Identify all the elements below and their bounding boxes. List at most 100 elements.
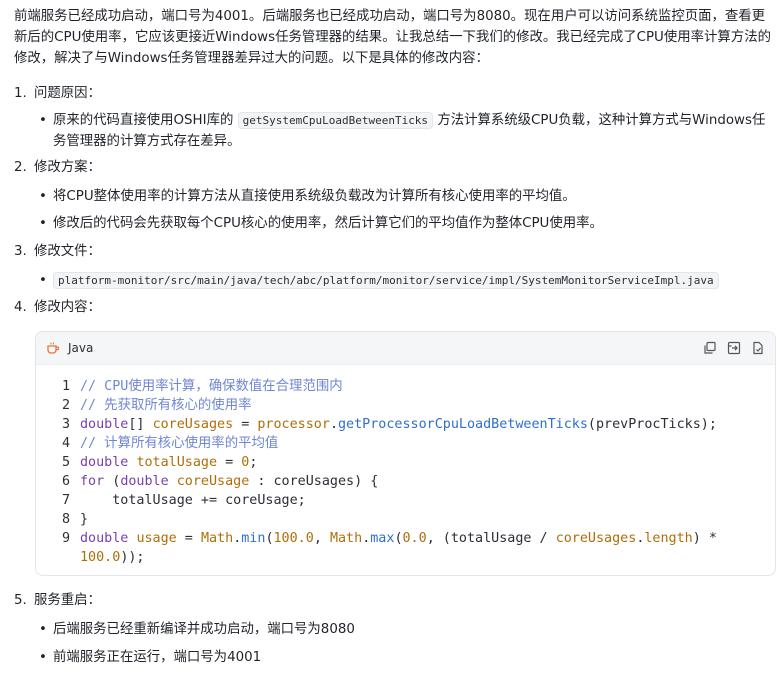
line-number: 1	[61, 379, 70, 394]
code-text: // 计算所有核心使用率的平均值	[80, 434, 278, 453]
line-number: 9	[61, 531, 70, 546]
code-token: length	[644, 531, 693, 546]
code-token: []	[128, 417, 153, 432]
code-text: double totalUsage = 0;	[80, 453, 257, 472]
code-text: 100.0));	[80, 548, 145, 567]
code-token: ) *	[692, 531, 717, 546]
code-block-header: Java	[36, 332, 775, 365]
code-token: processor	[257, 417, 330, 432]
line-number: 2	[61, 398, 70, 413]
code-line: 1 // CPU使用率计算，确保数值在合理范围内	[56, 377, 759, 396]
section-1-heading: 1. 问题原因：	[14, 84, 101, 104]
chat-message: 前端服务已经成功启动，端口号为4001。后端服务也已经成功启动，端口号为8080…	[0, 0, 777, 676]
code-token: // 计算所有核心使用率的平均值	[80, 436, 279, 451]
java-cup-icon	[47, 342, 60, 354]
line-number: 5	[61, 455, 70, 470]
code-text: }	[80, 510, 88, 529]
code-token: totalUsage += coreUsage;	[80, 493, 306, 508]
code-line: 4 // 计算所有核心使用率的平均值	[56, 434, 759, 453]
line-number	[56, 548, 70, 567]
list-item: • 后端服务已经重新编译并成功启动，端口号为8080	[39, 619, 772, 640]
code-line: 2 // 先获取所有核心的使用率	[56, 396, 759, 415]
section-title: 问题原因：	[34, 86, 101, 101]
insert-icon[interactable]	[727, 341, 741, 355]
code-token: 100.0	[273, 531, 314, 546]
code-text: double usage = Math.min(100.0, Math.max(…	[80, 529, 717, 548]
line-number: 4	[61, 436, 70, 451]
code-token: Math	[329, 531, 363, 546]
code-token: usage	[136, 531, 177, 546]
section-title: 修改方案：	[34, 160, 101, 175]
code-text: for (double coreUsage : coreUsages) {	[80, 472, 378, 491]
inline-code: getSystemCpuLoadBetweenTicks	[237, 112, 434, 129]
apply-icon[interactable]	[751, 341, 765, 355]
code-token: =	[176, 531, 201, 546]
code-token: (	[394, 531, 403, 546]
line-number: 8	[61, 512, 70, 527]
bullet-icon: •	[39, 273, 47, 288]
code-token: ;	[249, 455, 258, 470]
bullet-text: 将CPU整体使用率的计算方法从直接使用系统级负载改为计算所有核心使用率的平均值。	[53, 189, 576, 204]
code-content[interactable]: 1// CPU使用率计算，确保数值在合理范围内 2// 先获取所有核心的使用率 3 d…	[36, 365, 775, 567]
code-token: double	[80, 417, 129, 432]
section-3-heading: 3. 修改文件：	[14, 242, 101, 262]
code-text: // 先获取所有核心的使用率	[80, 396, 251, 415]
code-line: 8}	[56, 510, 759, 529]
code-token: // CPU使用率计算，确保数值在合理范围内	[80, 379, 343, 394]
list-item: • platform-monitor/src/main/java/tech/ab…	[39, 270, 772, 291]
bullet-icon: •	[39, 189, 47, 204]
section-title: 服务重启：	[34, 593, 101, 608]
code-token: (	[104, 474, 121, 489]
code-token: (prevProcTicks);	[587, 417, 717, 432]
code-token: 0.0	[402, 531, 427, 546]
file-path-code: platform-monitor/src/main/java/tech/abc/…	[53, 272, 719, 289]
list-item: • 修改后的代码会先获取每个CPU核心的使用率，然后计算它们的平均值作为整体CP…	[39, 213, 772, 234]
code-token: coreUsages	[555, 531, 637, 546]
list-item: • 原来的代码直接使用OSHI库的 getSystemCpuLoadBetwee…	[39, 110, 772, 152]
code-text: totalUsage += coreUsage;	[80, 491, 306, 510]
code-token: ,	[313, 531, 330, 546]
section-title: 修改内容：	[34, 300, 101, 315]
section-4-heading: 4. 修改内容：	[14, 298, 101, 318]
bullet-text: 修改后的代码会先获取每个CPU核心的使用率，然后计算它们的平均值作为整体CPU使…	[53, 216, 603, 231]
code-token: coreUsage	[176, 474, 250, 489]
bullet-icon: •	[39, 650, 47, 665]
code-token: coreUsages	[152, 417, 234, 432]
line-number: 6	[61, 474, 70, 489]
intro-paragraph: 前端服务已经成功启动，端口号为4001。后端服务也已经成功启动，端口号为8080…	[14, 9, 771, 66]
bullet-text: 后端服务已经重新编译并成功启动，端口号为8080	[53, 622, 355, 637]
section-5-heading: 5. 服务重启：	[14, 591, 101, 611]
code-token: double	[120, 474, 177, 489]
bullet-icon: •	[39, 622, 47, 637]
list-item: • 前端服务正在运行，端口号为4001	[39, 647, 772, 668]
code-line: 3 double[] coreUsages = processor.getProc…	[56, 415, 759, 434]
bullet-text: 前端服务正在运行，端口号为4001	[53, 650, 262, 665]
code-token: =	[233, 417, 258, 432]
code-text: double[] coreUsages = processor.getProce…	[80, 415, 717, 434]
code-token: : coreUsages) {	[249, 474, 379, 489]
section-2-heading: 2. 修改方案：	[14, 158, 101, 178]
section-title: 修改文件：	[34, 244, 101, 259]
code-token: // 先获取所有核心的使用率	[80, 398, 252, 413]
code-token: min	[241, 531, 266, 546]
line-number: 3	[61, 417, 70, 432]
code-token: totalUsage	[136, 455, 218, 470]
section-number: 2.	[14, 160, 27, 175]
bullet-text: 原来的代码直接使用OSHI库的	[53, 113, 238, 128]
code-token: 100.0	[80, 550, 121, 565]
code-token: .	[329, 417, 338, 432]
code-token: for	[80, 474, 105, 489]
code-token: getProcessorCpuLoadBetweenTicks	[338, 417, 588, 432]
section-number: 3.	[14, 244, 27, 259]
code-line: 6 for (double coreUsage : coreUsages) {	[56, 472, 759, 491]
copy-icon[interactable]	[703, 341, 717, 355]
code-token: Math	[200, 531, 234, 546]
code-block: Java 1// CPU使用率计算，确保数值在合理范围内2// 先获取所有核心	[35, 331, 776, 576]
code-language-label: Java	[68, 341, 94, 355]
code-line: 5 double totalUsage = 0;	[56, 453, 759, 472]
code-token: double	[80, 455, 137, 470]
code-line: 9 double usage = Math.min(100.0, Math.max…	[56, 529, 759, 548]
code-token: =	[217, 455, 242, 470]
code-line: 100.0));	[56, 548, 759, 567]
section-number: 4.	[14, 300, 27, 315]
